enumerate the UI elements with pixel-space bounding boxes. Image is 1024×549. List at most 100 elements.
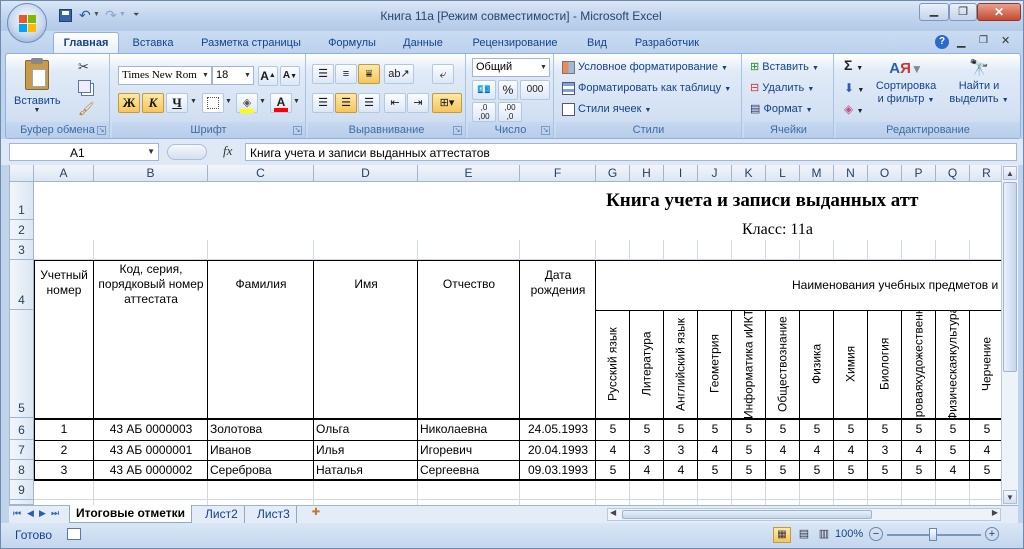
header-name[interactable]: Имя [314, 260, 418, 418]
customize-qat-icon[interactable]: ⏷ [133, 10, 139, 20]
underline-dropdown-icon[interactable]: ▼ [190, 98, 197, 105]
cell-code[interactable]: 43 АБ 0000003 [94, 418, 208, 440]
thousands-button[interactable]: 000 [520, 80, 550, 100]
subject-header[interactable]: Обществознание [766, 310, 800, 418]
number-format-combo[interactable]: Общий ▼ [472, 58, 550, 77]
column-header-e[interactable]: E [418, 165, 520, 182]
column-header-g[interactable]: G [596, 165, 630, 182]
cell-grade[interactable]: 4 [630, 460, 664, 480]
cell-grade[interactable]: 5 [630, 418, 664, 440]
align-top-button[interactable]: ☰ [312, 64, 334, 84]
font-size-combo[interactable]: 18 ▼ [212, 66, 254, 85]
cell-grade[interactable]: 3 [664, 440, 698, 460]
align-bottom-button[interactable]: ⩸ [358, 64, 380, 84]
cell-num[interactable]: 3 [34, 460, 94, 480]
number-launcher-icon[interactable]: ↘ [541, 126, 550, 135]
cell-grade[interactable]: 4 [664, 460, 698, 480]
cell-grade[interactable]: 4 [834, 440, 868, 460]
name-box[interactable]: A1 ▼ [9, 143, 159, 161]
subject-header[interactable]: Информатика и ИКТ [732, 310, 766, 418]
insert-sheet-icon[interactable]: ✚ [307, 507, 325, 521]
cell-grade[interactable]: 5 [970, 418, 1001, 440]
cell-grade[interactable]: 5 [902, 418, 936, 440]
zoom-slider-thumb[interactable] [929, 528, 937, 541]
align-left-button[interactable]: ☰ [312, 93, 334, 113]
merge-center-button[interactable]: ⊞▾ [432, 93, 462, 113]
borders-button[interactable] [202, 93, 224, 113]
prev-sheet-icon[interactable]: ◀ [27, 508, 34, 519]
office-button[interactable] [7, 3, 47, 43]
zoom-in-icon[interactable]: + [985, 527, 999, 541]
subject-header[interactable]: Геометрия [698, 310, 732, 418]
column-header-r[interactable]: R [970, 165, 1001, 182]
cell-surname[interactable]: Золотова [208, 418, 314, 440]
cell-surname[interactable]: Иванов [208, 440, 314, 460]
format-as-table-button[interactable]: Форматировать как таблицу ▼ [562, 81, 731, 97]
header-surname[interactable]: Фамилия [208, 260, 314, 418]
tab-formulas[interactable]: Формулы [321, 34, 383, 53]
subject-header[interactable]: Литература [630, 310, 664, 418]
underline-button[interactable]: Ч [166, 93, 188, 113]
sheet-tab-3[interactable]: Лист3 [251, 506, 297, 523]
row-header-2[interactable]: 2 [10, 220, 34, 240]
sheet-tab-2[interactable]: Лист2 [199, 506, 245, 523]
sheet-tab-active[interactable]: Итоговые отметки [69, 505, 193, 523]
cell-grade[interactable]: 4 [936, 460, 970, 480]
redo-dropdown-icon[interactable]: ▼ [119, 11, 126, 18]
undo-icon[interactable]: ↶ [79, 7, 91, 24]
cell-grade[interactable]: 5 [800, 460, 834, 480]
cell-dob[interactable]: 20.04.1993 [520, 440, 596, 460]
page-break-view-icon[interactable]: ▥ [815, 527, 833, 543]
align-right-button[interactable]: ☰ [358, 93, 380, 113]
decrease-indent-button[interactable]: ⇤ [384, 93, 406, 113]
row-header-1[interactable]: 1 [10, 182, 34, 220]
column-header-n[interactable]: N [834, 165, 868, 182]
cell-surname[interactable]: Сереброва [208, 460, 314, 480]
vertical-scrollbar[interactable]: ▲ ▼ [1001, 165, 1018, 505]
row-header-7[interactable]: 7 [10, 440, 34, 460]
cell-grade[interactable]: 5 [936, 440, 970, 460]
ribbon-restore-icon[interactable]: ❐ [979, 35, 988, 46]
column-header-d[interactable]: D [314, 165, 418, 182]
font-name-combo[interactable]: Times New Rom ▼ [118, 66, 212, 85]
cell-grade[interactable]: 5 [902, 460, 936, 480]
ribbon-minimize-icon[interactable]: ▁ [957, 35, 965, 48]
orientation-button[interactable]: ab↗ [384, 64, 414, 84]
row-header-9[interactable]: 9 [10, 480, 34, 500]
formula-input[interactable]: Книга учета и записи выданных аттестатов [245, 143, 1017, 161]
cell-grade[interactable]: 3 [630, 440, 664, 460]
next-sheet-icon[interactable]: ▶ [39, 508, 46, 519]
cell-grade[interactable]: 5 [766, 460, 800, 480]
first-sheet-icon[interactable]: ⏮ [13, 508, 21, 519]
header-num[interactable]: Учетный номер [34, 260, 94, 418]
subject-header[interactable]: Мировая художественная [902, 310, 936, 418]
scroll-right-icon[interactable]: ▶ [992, 508, 998, 517]
percent-button[interactable]: % [498, 80, 518, 100]
autosum-button[interactable]: Σ ▼ [844, 58, 863, 76]
cell-patronymic[interactable]: Сергеевна [418, 460, 520, 480]
column-header-o[interactable]: O [868, 165, 902, 182]
decrease-decimal-button[interactable]: ,00,0 [498, 102, 522, 122]
cell-grade[interactable]: 4 [800, 440, 834, 460]
tab-home[interactable]: Главная [53, 32, 119, 54]
align-middle-button[interactable]: ≡ [335, 64, 357, 84]
cell-grade[interactable]: 4 [596, 440, 630, 460]
shrink-font-button[interactable]: A▼ [280, 66, 300, 86]
header-code[interactable]: Код, серия, порядковый номер аттестата [94, 260, 208, 418]
cut-icon[interactable]: ✂ [78, 59, 89, 75]
cell-grade[interactable]: 4 [970, 440, 1001, 460]
cell-grade[interactable]: 5 [732, 440, 766, 460]
row-header-4[interactable]: 4 [10, 260, 34, 310]
column-header-j[interactable]: J [698, 165, 732, 182]
tab-page-layout[interactable]: Разметка страницы [193, 34, 309, 53]
scroll-down-icon[interactable]: ▼ [1003, 490, 1017, 504]
subject-header[interactable]: Биология [868, 310, 902, 418]
cell-patronymic[interactable]: Николаевна [418, 418, 520, 440]
normal-view-icon[interactable]: ▦ [773, 527, 791, 543]
row-header-6[interactable]: 6 [10, 418, 34, 440]
cell-grade[interactable]: 5 [698, 460, 732, 480]
undo-dropdown-icon[interactable]: ▼ [93, 11, 100, 18]
italic-button[interactable]: К [142, 93, 164, 113]
header-patronymic[interactable]: Отчество [418, 260, 520, 418]
column-header-q[interactable]: Q [936, 165, 970, 182]
